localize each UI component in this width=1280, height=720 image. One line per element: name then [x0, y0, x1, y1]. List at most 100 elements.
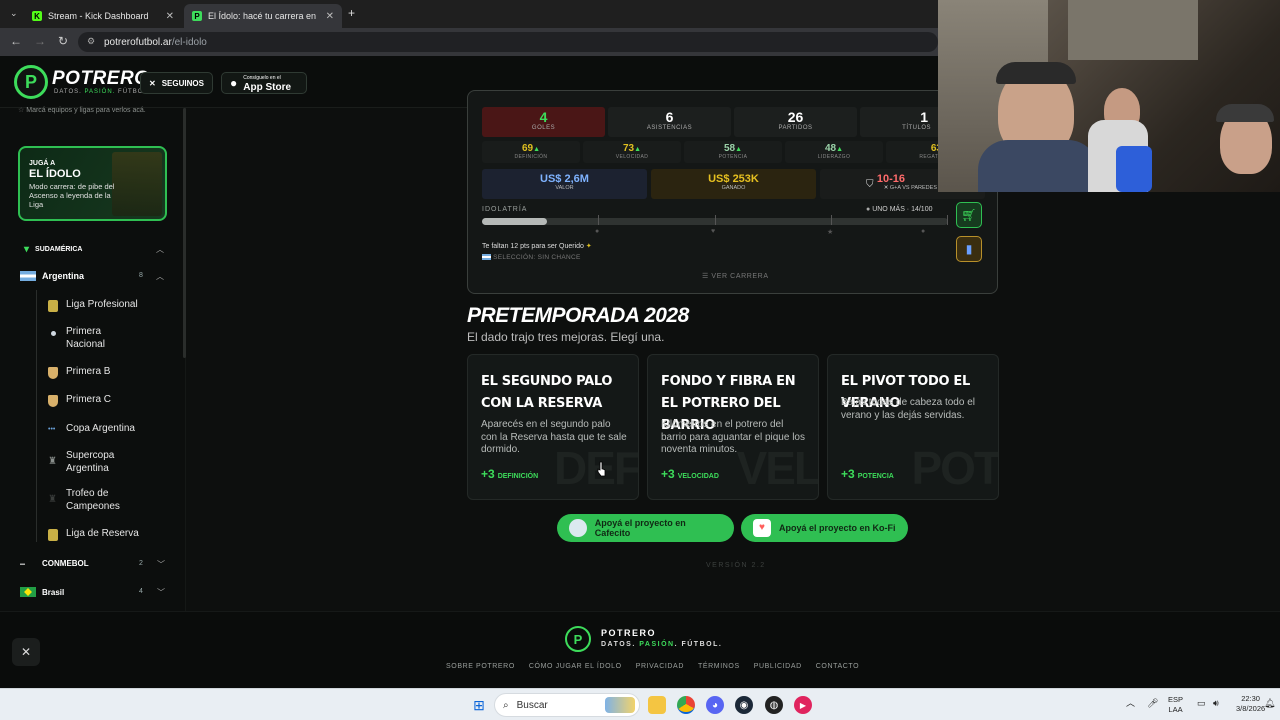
option-desc: Bajás todas de cabeza todo el verano y l…	[841, 397, 975, 421]
crown-icon: ●	[921, 228, 926, 235]
footer-tagline: DATOS. PASIÓN. FÚTBOL.	[601, 641, 723, 648]
favorites-hint: ☆ Marcá equipos y ligas para verlos acá.	[18, 107, 146, 114]
sidebar-item-copa-argentina[interactable]: ••• Copa Argentina	[48, 423, 135, 436]
option-card-velocidad[interactable]: VEL FONDO Y FIBRA EN EL POTRERO DEL BARR…	[647, 354, 819, 500]
stat-goles: 4 GOLES	[482, 107, 605, 137]
windows-start-icon[interactable]: ⊞	[470, 696, 488, 714]
network-icon[interactable]: ▭	[1197, 698, 1206, 708]
reload-icon[interactable]: ↻	[58, 34, 68, 48]
footer-links: SOBRE POTRERO CÓMO JUGAR EL ÍDOLO PRIVAC…	[446, 663, 859, 670]
logo-tagline: DATOS. PASIÓN. FÚTBOL.	[54, 89, 151, 95]
footer-link-publicidad[interactable]: PUBLICIDAD	[754, 663, 802, 670]
sidebar-item-brasil[interactable]: Brasil	[20, 587, 64, 597]
cap	[1216, 104, 1274, 122]
idolatria-status: ● UNO MÁS · 14/100	[866, 206, 933, 213]
tab-list-chevron-icon[interactable]: ⌄	[10, 8, 18, 19]
notifications-icon[interactable]: 🔔︎	[1264, 698, 1275, 708]
search-highlight-icon	[605, 697, 635, 713]
chevron-up-icon[interactable]: ︿	[156, 244, 164, 255]
cart-button[interactable]: 🛒︎	[956, 202, 982, 228]
argentina-flag-icon	[482, 254, 491, 261]
footer-link-contacto[interactable]: CONTACTO	[816, 663, 859, 670]
language-indicator[interactable]: ESP LAA	[1168, 695, 1183, 715]
potrero-favicon-icon: P	[192, 11, 202, 21]
follow-label: SEGUINOS	[161, 78, 204, 88]
idolo-kicker: JUGÁ A	[29, 160, 56, 167]
discord-icon[interactable]: ◕	[706, 696, 724, 714]
tab-kick-dashboard[interactable]: K Stream - Kick Dashboard ✕	[24, 4, 182, 28]
media-player-icon[interactable]: ▶	[794, 696, 812, 714]
cafecito-button[interactable]: Apoyá el proyecto en Cafecito	[557, 514, 734, 542]
sidebar-item-liga-de-reserva[interactable]: Liga de Reserva	[48, 528, 139, 541]
option-card-potencia[interactable]: POT EL PIVOT TODO EL VERANO Bajás todas …	[827, 354, 999, 500]
microphone-icon[interactable]: 🎤︎	[1147, 698, 1158, 708]
chevron-up-icon[interactable]: ︿	[156, 271, 164, 282]
copa-argentina-icon: •••	[48, 426, 56, 433]
region-sudamerica[interactable]: ▾ SUDAMÉRICA	[24, 244, 82, 255]
new-tab-button[interactable]: +	[348, 6, 355, 20]
forward-arrow-icon[interactable]: →	[34, 34, 46, 48]
sidebar-item-primera-c[interactable]: Primera C	[48, 394, 111, 407]
mouse-cursor-icon	[597, 461, 606, 477]
sidebar-item-liga-profesional[interactable]: Liga Profesional	[48, 299, 138, 312]
valor-box: US$ 2,6M VALOR	[482, 169, 647, 199]
chevron-down-icon[interactable]: ﹀	[157, 587, 165, 598]
clock[interactable]: 22:30 3/8/2026	[1236, 694, 1265, 714]
windows-taskbar: ⊞ ⌕ Buscar ◕ ◉ ◍ ▶ ︿ 🎤︎ ESP LAA ▭ 🔊︎ 22:3…	[0, 688, 1280, 720]
potrero-logo-icon[interactable]: P	[14, 65, 48, 99]
chrome-icon[interactable]	[677, 696, 695, 714]
chevron-down-icon[interactable]: ﹀	[157, 559, 165, 570]
sidebar-item-primera-nacional[interactable]: Primera Nacional	[48, 326, 138, 351]
tier-tick	[831, 215, 832, 225]
logo-name[interactable]: POTRERO	[52, 68, 149, 90]
sidebar-item-conmebol[interactable]: ▬ CONMEBOL	[20, 559, 89, 568]
attr-velocidad: 73▲ VELOCIDAD	[583, 141, 681, 163]
app-store-button[interactable]: ● Consíguelo en el App Store	[221, 72, 307, 94]
search-icon: ⌕	[503, 699, 509, 711]
play-idolo-card[interactable]: JUGÁ A EL ÍDOLO Modo carrera: de pibe de…	[18, 146, 167, 221]
water-bottle	[1116, 146, 1152, 192]
footer-link-privacidad[interactable]: PRIVACIDAD	[636, 663, 684, 670]
close-tab-icon[interactable]: ✕	[326, 11, 334, 22]
site-info-icon[interactable]: ⚙	[87, 36, 95, 47]
liga-reserva-icon	[48, 529, 58, 541]
pretemporada-subtitle: El dado trajo tres mejoras. Elegí una.	[467, 330, 665, 344]
primera-b-shield-icon	[48, 367, 58, 379]
sidebar-item-supercopa-argentina[interactable]: ♜ Supercopa Argentina	[48, 450, 148, 475]
tray-overflow-icon[interactable]: ︿	[1126, 698, 1135, 708]
person-left-body	[978, 140, 1098, 192]
tab-label: Stream - Kick Dashboard	[48, 11, 149, 21]
ver-carrera-link[interactable]: ☰ VER CARRERA	[702, 272, 769, 280]
jersey-button[interactable]: ▮	[956, 236, 982, 262]
list-icon: ☰	[702, 273, 712, 280]
file-explorer-icon[interactable]	[648, 696, 666, 714]
kick-favicon-icon: K	[32, 11, 42, 21]
tab-el-idolo[interactable]: P El Ídolo: hacé tu carrera en la Li ✕	[184, 4, 342, 28]
x-logo-icon: ✕	[149, 78, 156, 88]
trofeo-trophy-icon: ♜	[48, 494, 57, 505]
option-card-definicion[interactable]: DEF EL SEGUNDO PALO CON LA RESERVA Apare…	[467, 354, 639, 500]
footer-link-terminos[interactable]: TÉRMINOS	[698, 663, 740, 670]
tier-tick	[947, 215, 948, 225]
sidebar-item-primera-b[interactable]: Primera B	[48, 366, 110, 379]
url-field[interactable]: ⚙ potrerofutbol.ar/el-idolo	[78, 32, 938, 52]
volume-icon[interactable]: 🔊︎	[1213, 698, 1219, 708]
sidebar-scrollbar[interactable]	[183, 108, 186, 358]
footer-logo-icon[interactable]: P	[565, 626, 591, 652]
footer-link-sobre[interactable]: SOBRE POTRERO	[446, 663, 515, 670]
taskbar-search[interactable]: ⌕ Buscar	[494, 693, 640, 717]
x-share-button[interactable]: ✕	[12, 638, 40, 666]
cart-icon: 🛒︎	[961, 208, 977, 222]
trophy-emoji-icon: ✦	[585, 243, 592, 250]
sidebar-item-trofeo-de-campeones[interactable]: ♜ Trofeo de Campeones	[48, 488, 148, 513]
follow-x-button[interactable]: ✕ SEGUINOS	[140, 72, 213, 94]
back-arrow-icon[interactable]: ←	[10, 34, 22, 48]
kofi-button[interactable]: ♥ Apoyá el proyecto en Ko-Fi	[741, 514, 908, 542]
footer-brand: POTRERO	[601, 628, 657, 638]
steam-icon[interactable]: ◉	[735, 696, 753, 714]
obs-icon[interactable]: ◍	[765, 696, 783, 714]
star-icon: ☆	[18, 107, 27, 114]
footer-link-como-jugar[interactable]: CÓMO JUGAR EL ÍDOLO	[529, 663, 622, 670]
sidebar-item-argentina[interactable]: Argentina	[20, 271, 84, 281]
close-tab-icon[interactable]: ✕	[166, 11, 174, 22]
